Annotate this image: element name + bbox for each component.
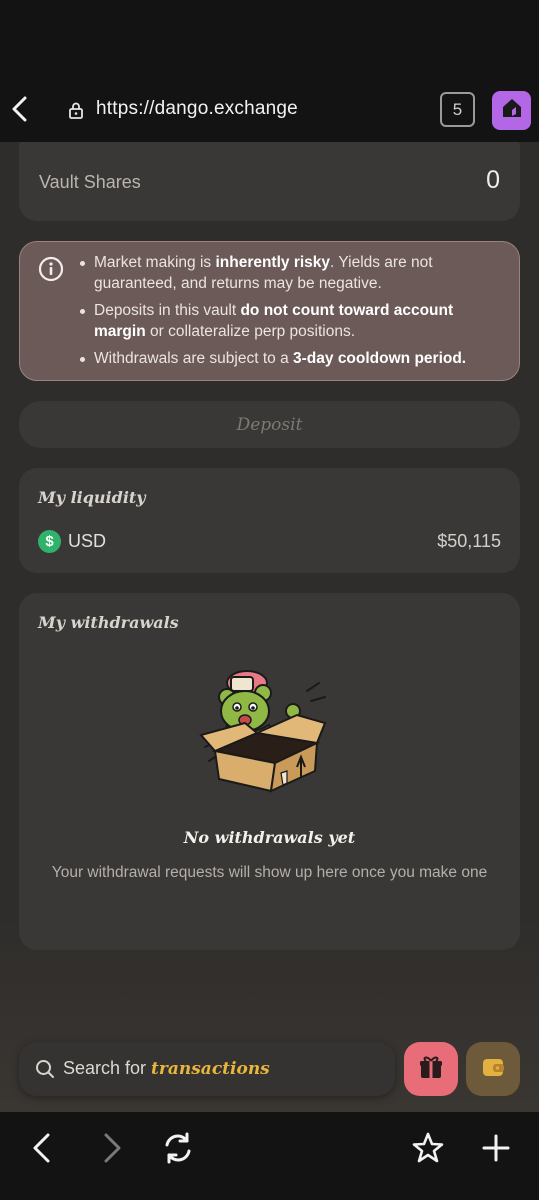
back-arrow-icon[interactable]: [8, 94, 32, 124]
nav-forward-icon[interactable]: [94, 1130, 130, 1166]
home-icon: [500, 96, 524, 125]
my-liquidity-title: My liquidity: [38, 488, 146, 507]
vault-shares-card: Vault Shares 0: [19, 142, 520, 221]
browser-address-bar: https://dango.exchange 5: [0, 80, 539, 142]
search-placeholder[interactable]: Search for transactions: [63, 1058, 270, 1079]
star-icon[interactable]: [410, 1130, 446, 1166]
url-field[interactable]: https://dango.exchange: [96, 98, 298, 120]
currency-label: USD: [68, 531, 107, 551]
empty-state-title: No withdrawals yet: [183, 828, 356, 847]
page-content: Vault Shares 0 Market making is inherent…: [0, 142, 539, 1112]
plus-icon[interactable]: [478, 1130, 514, 1166]
lock-icon: [68, 101, 84, 119]
dollar-icon: $: [38, 530, 61, 553]
vault-shares-label: Vault Shares: [39, 172, 141, 192]
wallet-icon: [479, 1053, 507, 1086]
gift-button[interactable]: [404, 1042, 458, 1096]
vault-shares-value: 0: [486, 166, 500, 194]
warning-item-margin: Deposits in this vault do not count towa…: [78, 300, 508, 342]
warning-item-risk: Market making is inherently risky. Yield…: [78, 252, 508, 294]
wallet-button[interactable]: [466, 1042, 520, 1096]
liquidity-amount: $50,115: [437, 531, 501, 551]
bear-in-box-illustration: [197, 663, 347, 793]
my-withdrawals-card: My withdrawals No withdrawals yet Your w…: [19, 593, 520, 950]
deposit-button[interactable]: Deposit: [19, 401, 520, 448]
browser-bottom-nav: [0, 1112, 539, 1200]
gift-icon: [417, 1053, 445, 1086]
info-icon: [38, 256, 64, 282]
search-icon: [35, 1059, 55, 1079]
refresh-icon[interactable]: [160, 1130, 196, 1166]
my-withdrawals-title: My withdrawals: [38, 613, 179, 632]
tab-count-button[interactable]: 5: [440, 92, 475, 127]
warning-item-cooldown: Withdrawals are subject to a 3-day coold…: [78, 348, 508, 369]
my-liquidity-card: My liquidity $ USD $50,115: [19, 468, 520, 573]
risk-warning-card: Market making is inherently risky. Yield…: [19, 241, 520, 381]
warning-list: Market making is inherently risky. Yield…: [78, 252, 508, 375]
status-bar: [0, 0, 539, 80]
empty-state-description: Your withdrawal requests will show up he…: [51, 864, 488, 881]
nav-back-icon[interactable]: [24, 1130, 60, 1166]
search-bar[interactable]: Search for transactions: [19, 1042, 395, 1096]
home-button[interactable]: [492, 91, 531, 130]
